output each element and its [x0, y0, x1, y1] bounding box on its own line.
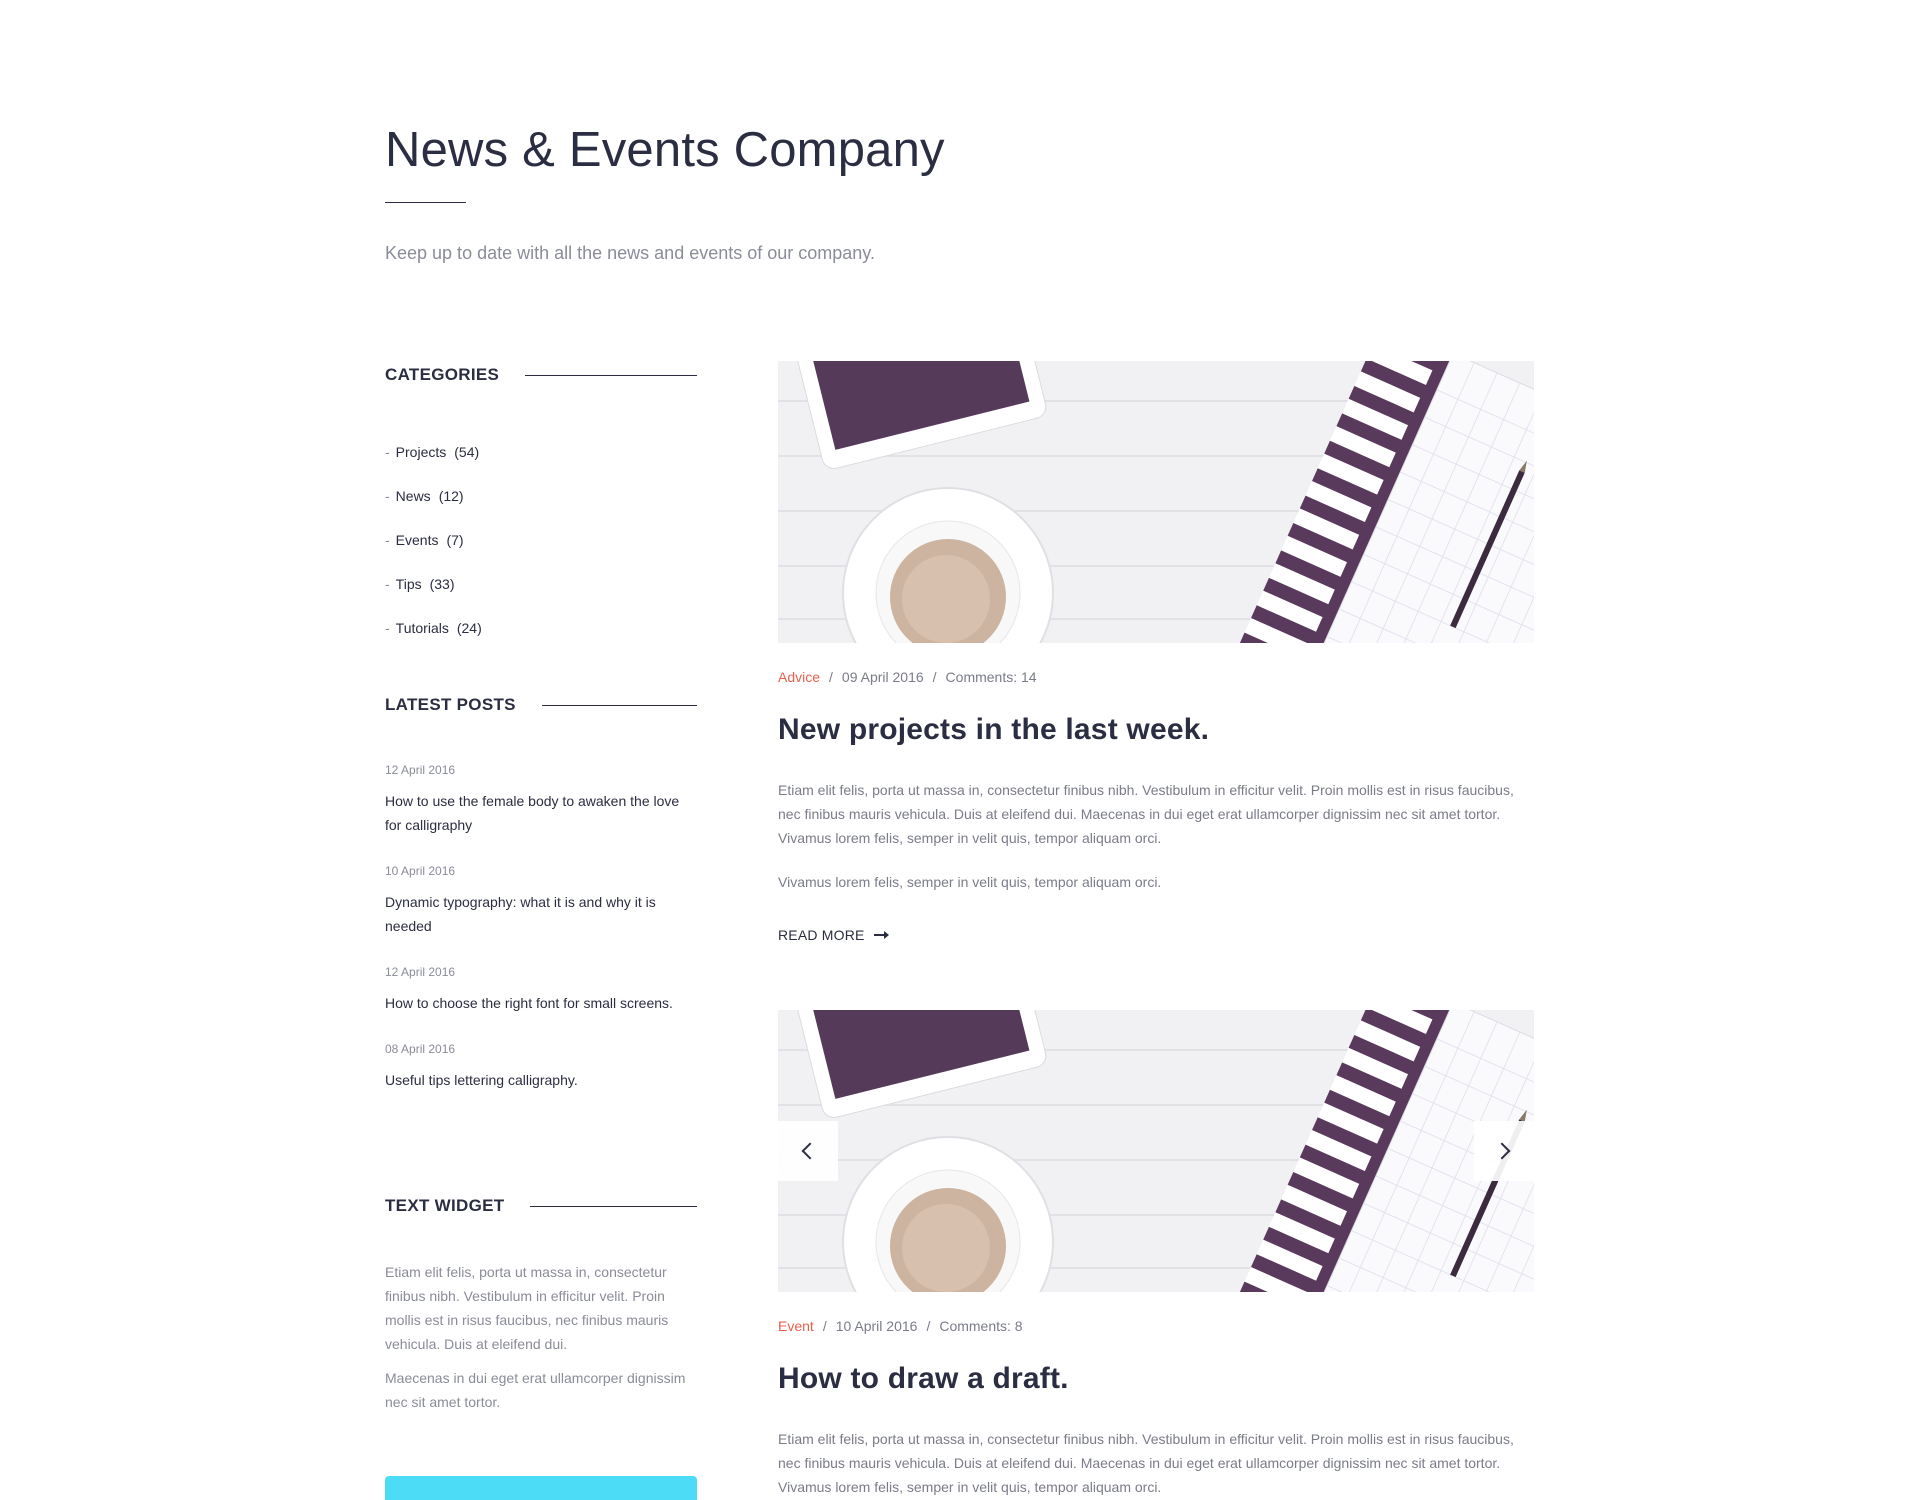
category-label[interactable]: Events — [396, 532, 439, 548]
meta-separator: / — [926, 1318, 931, 1334]
post-title-link[interactable]: Useful tips lettering calligraphy. — [385, 1068, 697, 1092]
categories-list: - Projects (54) - News (12) - Events (7)… — [385, 430, 482, 650]
categories-widget-header: CATEGORIES — [385, 363, 697, 387]
category-label[interactable]: Tips — [396, 576, 422, 592]
post-date: 12 April 2016 — [385, 763, 456, 777]
category-label[interactable]: News — [396, 488, 431, 504]
widget-divider — [541, 704, 697, 706]
category-item-projects[interactable]: - Projects (54) — [385, 430, 482, 474]
desk-photo-illustration — [778, 1010, 1534, 1292]
article-comments-link[interactable]: Comments: 14 — [946, 669, 1037, 685]
post-title-link[interactable]: How to choose the right font for small s… — [385, 991, 697, 1015]
slider-prev-button[interactable] — [778, 1121, 838, 1181]
latest-post-item: 12 April 2016 How to choose the right fo… — [385, 964, 697, 1015]
article-date: 09 April 2016 — [841, 669, 924, 685]
post-date: 12 April 2016 — [385, 965, 456, 979]
category-count: (24) — [456, 620, 482, 636]
article-image[interactable] — [778, 361, 1534, 643]
page-title: News & Events Company — [385, 123, 945, 177]
latest-posts-title: LATEST POSTS — [385, 695, 516, 714]
article-title[interactable]: New projects in the last week. — [778, 713, 1209, 747]
text-widget-header: TEXT WIDGET — [385, 1194, 697, 1218]
page-header: News & Events Company Keep up to date wi… — [385, 118, 1535, 264]
article-excerpt: Etiam elit felis, porta ut massa in, con… — [778, 1431, 1514, 1495]
text-widget-paragraph: Maecenas in dui eget erat ullamcorper di… — [385, 1370, 686, 1410]
page-subtitle: Keep up to date with all the news and ev… — [385, 243, 875, 263]
article-comments-link[interactable]: Comments: 8 — [939, 1318, 1022, 1334]
latest-posts-list: 12 April 2016 How to use the female body… — [385, 762, 697, 1118]
category-count: (33) — [429, 576, 455, 592]
post-date: 10 April 2016 — [385, 864, 456, 878]
latest-post-item: 12 April 2016 How to use the female body… — [385, 762, 697, 837]
article-image-slider[interactable] — [778, 1010, 1534, 1292]
sidebar-cta-button[interactable] — [385, 1476, 697, 1500]
article-title[interactable]: How to draw a draft. — [778, 1362, 1069, 1396]
category-item-news[interactable]: - News (12) — [385, 474, 482, 518]
slider-next-button[interactable] — [1474, 1121, 1534, 1181]
category-label[interactable]: Tutorials — [396, 620, 449, 636]
category-count: (12) — [438, 488, 464, 504]
article-excerpt: Etiam elit felis, porta ut massa in, con… — [778, 782, 1514, 846]
post-date: 08 April 2016 — [385, 1042, 456, 1056]
article-excerpt: Vivamus lorem felis, semper in velit qui… — [778, 874, 1162, 890]
text-widget-title: TEXT WIDGET — [385, 1196, 505, 1215]
article-category-link[interactable]: Advice — [778, 669, 820, 685]
latest-post-item: 08 April 2016 Useful tips lettering call… — [385, 1041, 697, 1092]
category-count: (54) — [454, 444, 480, 460]
meta-separator: / — [829, 669, 833, 685]
category-item-tips[interactable]: - Tips (33) — [385, 562, 482, 606]
article-category-link[interactable]: Event — [778, 1318, 814, 1334]
read-more-link[interactable]: READ MORE — [778, 927, 889, 943]
categories-title: CATEGORIES — [385, 365, 500, 384]
post-title-link[interactable]: How to use the female body to awaken the… — [385, 789, 697, 837]
meta-separator: / — [822, 1318, 827, 1334]
dash: - — [385, 532, 390, 548]
widget-divider — [530, 1205, 697, 1207]
category-label[interactable]: Projects — [396, 444, 447, 460]
dash: - — [385, 620, 390, 636]
chevron-left-icon — [801, 1142, 819, 1160]
arrow-right-icon — [873, 931, 889, 939]
dash: - — [385, 576, 390, 592]
read-more-label: READ MORE — [778, 927, 865, 943]
category-count: (7) — [446, 532, 464, 548]
desk-photo-illustration — [778, 361, 1534, 643]
post-title-link[interactable]: Dynamic typography: what it is and why i… — [385, 890, 697, 938]
article-meta: Advice / 09 April 2016 / Comments: 14 — [778, 669, 1037, 685]
article-date: 10 April 2016 — [835, 1318, 918, 1334]
dash: - — [385, 488, 390, 504]
latest-posts-widget-header: LATEST POSTS — [385, 693, 697, 717]
chevron-right-icon — [1493, 1142, 1511, 1160]
latest-post-item: 10 April 2016 Dynamic typography: what i… — [385, 863, 697, 938]
dash: - — [385, 444, 390, 460]
widget-divider — [525, 374, 697, 376]
category-item-events[interactable]: - Events (7) — [385, 518, 482, 562]
meta-separator: / — [932, 669, 937, 685]
text-widget-body: Etiam elit felis, porta ut massa in, con… — [385, 1260, 697, 1414]
category-item-tutorials[interactable]: - Tutorials (24) — [385, 606, 482, 650]
title-divider — [385, 202, 466, 203]
article-meta: Event / 10 April 2016 / Comments: 8 — [778, 1318, 1023, 1334]
text-widget-paragraph: Etiam elit felis, porta ut massa in, con… — [385, 1264, 669, 1352]
